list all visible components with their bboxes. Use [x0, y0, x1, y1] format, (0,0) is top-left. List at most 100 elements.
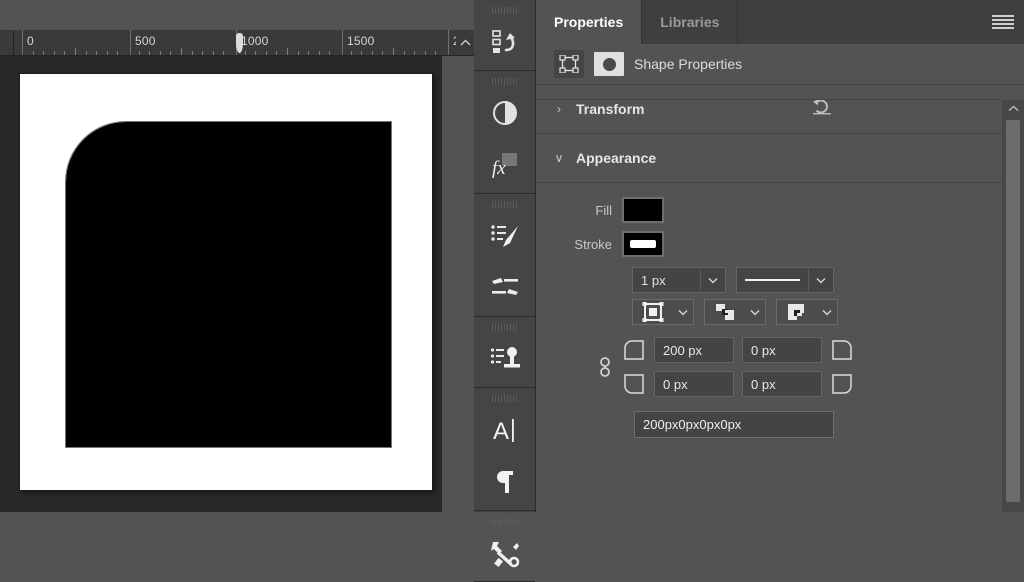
stroke-swatch-bar [630, 240, 656, 248]
ruler-tick-minor [425, 51, 426, 55]
chevron-down-glyph [750, 309, 760, 316]
dock-item-adjustments-panel[interactable] [474, 87, 535, 139]
fill-label: Fill [536, 203, 622, 218]
chevron-down-glyph [816, 277, 826, 284]
stroke-style-dropdown[interactable] [736, 267, 834, 293]
ruler-position-marker[interactable] [236, 33, 243, 53]
ruler-tick-minor [192, 51, 193, 55]
dock-group-brushes [474, 194, 535, 317]
document-area: 05001000150020 [0, 0, 474, 512]
corner-top-left-input[interactable]: 200 px [654, 337, 734, 363]
corner-bottom-left-input[interactable]: 0 px [654, 371, 734, 397]
ruler-corner [0, 30, 14, 56]
dock-grip[interactable] [474, 194, 535, 210]
chevron-down-icon [808, 268, 833, 292]
ruler-tick-minor [414, 51, 415, 55]
tab-libraries[interactable]: Libraries [642, 0, 738, 44]
ruler-tick-minor [117, 51, 118, 55]
dock-item-brush-settings-panel[interactable] [474, 262, 535, 314]
tab-properties[interactable]: Properties [536, 0, 642, 44]
collapsed-panel-dock: fx [474, 0, 536, 512]
dock-group-adjustments: fx [474, 71, 535, 194]
appearance-twisty-icon[interactable]: ∨ [554, 151, 564, 165]
tab-properties-label: Properties [554, 14, 623, 30]
stroke-options-row [536, 299, 1024, 325]
stroke-corner-miter-icon [777, 300, 817, 324]
section-transform-header[interactable]: › Transform [536, 85, 1024, 134]
stroke-color-swatch[interactable] [622, 231, 664, 257]
ruler-tick-major [342, 30, 343, 55]
ruler-tick-minor [382, 51, 383, 55]
stroke-corners-dropdown[interactable] [776, 299, 838, 325]
dock-grip[interactable] [474, 71, 535, 87]
section-appearance-header[interactable]: ∨ Appearance [536, 134, 1024, 183]
corner-bottom-left-value: 0 px [663, 377, 688, 392]
dock-grip[interactable] [474, 317, 535, 333]
dock-grip[interactable] [474, 0, 535, 16]
stroke-caps-dropdown[interactable] [704, 299, 766, 325]
corner-top-right-input[interactable]: 0 px [742, 337, 822, 363]
corner-bottom-left-icon [622, 372, 646, 396]
dock-grip[interactable] [474, 511, 535, 527]
fill-row: Fill [536, 193, 1024, 227]
corner-tr-glyph [832, 340, 852, 360]
dock-item-history-panel[interactable] [474, 16, 535, 68]
svg-text:A: A [493, 418, 509, 445]
ruler-tick-minor [181, 48, 182, 55]
character-a-icon: A [490, 415, 520, 445]
ruler-tick-minor [393, 48, 394, 55]
horizontal-ruler[interactable]: 05001000150020 [0, 30, 474, 56]
layer-thumbnail-icon[interactable] [594, 52, 624, 76]
clone-stamp-icon [489, 344, 521, 374]
photoshop-window: 05001000150020 [0, 0, 1024, 512]
reset-arrow-icon[interactable] [811, 97, 833, 122]
dock-item-clone-source-panel[interactable] [474, 333, 535, 385]
scroll-up-button[interactable] [1002, 100, 1024, 116]
dock-group-history [474, 0, 535, 71]
chevron-down-icon [700, 268, 725, 292]
ruler-tick-minor [404, 51, 405, 55]
document-right-gutter [442, 56, 474, 512]
properties-panel: Properties Libraries [536, 0, 1024, 512]
stroke-width-dropdown[interactable]: 1 px [632, 267, 726, 293]
dock-item-character-panel[interactable]: A [474, 404, 535, 456]
dock-item-tool-presets-panel[interactable] [474, 527, 535, 579]
ruler-collapse-button[interactable] [456, 30, 474, 56]
corner-radius-grid: 200 px 0 px [622, 337, 854, 397]
dock-grip[interactable] [474, 388, 535, 404]
transform-twisty-icon[interactable]: › [554, 102, 564, 116]
ruler-tick-minor [160, 51, 161, 55]
corner-bottom-right-input[interactable]: 0 px [742, 371, 822, 397]
ruler-tick-minor [139, 51, 140, 55]
shape-bounding-box-icon[interactable] [554, 50, 584, 78]
corner-radius-block: 200 px 0 px [536, 337, 1024, 397]
panel-scrollbar[interactable] [1002, 100, 1024, 512]
stroke-align-glyph [642, 302, 664, 322]
dock-item-paragraph-panel[interactable] [474, 456, 535, 508]
corner-radius-combined-input[interactable]: 200px0px0px0px [634, 411, 834, 438]
chevron-down-glyph [708, 277, 718, 284]
hamburger-menu-icon[interactable] [992, 14, 1014, 30]
shape-properties-title: Shape Properties [634, 56, 742, 72]
stroke-align-dropdown[interactable] [632, 299, 694, 325]
dock-item-styles-panel[interactable]: fx [474, 139, 535, 191]
dock-item-brushes-panel[interactable] [474, 210, 535, 262]
ruler-tick-minor [372, 51, 373, 55]
corner-top-left-value: 200 px [663, 343, 702, 358]
canvas-viewport[interactable] [0, 56, 474, 512]
ruler-label: 1000 [241, 34, 269, 48]
link-chain-icon[interactable] [596, 355, 614, 379]
canvas-document[interactable] [20, 74, 432, 490]
corner-top-right-value: 0 px [751, 343, 776, 358]
paragraph-pilcrow-icon [491, 467, 519, 497]
ruler-tick-minor [276, 51, 277, 55]
stroke-width-value: 1 px [633, 268, 700, 292]
panel-divider [536, 99, 1002, 100]
ruler-tick-minor [64, 51, 65, 55]
fx-icon: fx [488, 150, 522, 180]
chevron-down-glyph [822, 309, 832, 316]
rounded-rectangle-shape[interactable] [66, 122, 391, 447]
fill-color-swatch[interactable] [622, 197, 664, 223]
scrollbar-thumb[interactable] [1006, 120, 1020, 502]
chevron-down-icon [817, 300, 837, 324]
